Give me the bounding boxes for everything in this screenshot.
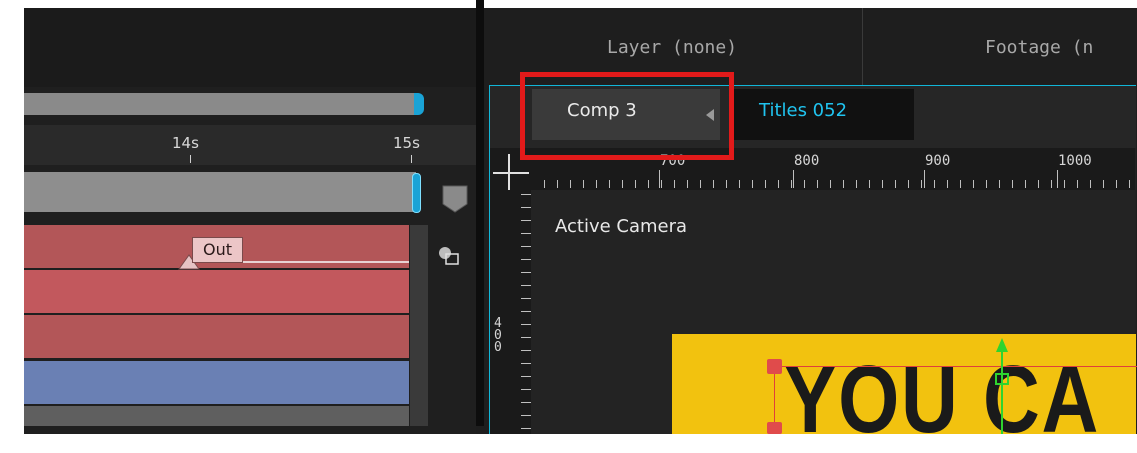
out-marker-label[interactable]: Out (192, 237, 244, 263)
ruler-label-800: 800 (794, 153, 820, 169)
work-area-end-handle[interactable] (414, 93, 424, 115)
ruler-tick-700 (659, 170, 660, 188)
comp-marker-bin-icon[interactable] (441, 184, 469, 214)
anchor-point-gizmo-icon[interactable] (994, 338, 1010, 434)
camera-shapes-icon[interactable] (436, 244, 460, 268)
ruler-left-minor-ticks (521, 194, 531, 434)
layer-bar-end-column (410, 225, 428, 426)
panel-divider[interactable] (476, 0, 484, 426)
transform-handle-top-left[interactable] (767, 359, 782, 374)
ruler-origin-crosshair-h (493, 172, 529, 174)
selection-bounding-top (774, 366, 1137, 367)
timeline-header (24, 8, 476, 87)
time-navigator-handle[interactable] (412, 173, 421, 213)
tab-footage[interactable]: Footage (n (985, 8, 1093, 85)
transform-handle-left-middle[interactable] (767, 422, 782, 434)
ruler-top-minor-ticks (531, 180, 1135, 188)
layer-bar-4[interactable] (24, 361, 409, 404)
tick-label-15s: 15s (393, 134, 420, 152)
tab-divider (862, 8, 863, 85)
tick-mark-14s (190, 155, 191, 163)
ruler-tick-1000 (1057, 170, 1058, 188)
work-area-bar[interactable] (24, 93, 416, 115)
active-camera-label: Active Camera (555, 216, 688, 237)
layer-bar-3[interactable] (24, 315, 409, 358)
layer-bar-2[interactable] (24, 270, 409, 313)
time-navigator-bar[interactable] (24, 172, 416, 212)
tick-mark-15s (411, 155, 412, 163)
ruler-label-1000: 1000 (1058, 153, 1092, 169)
tick-label-14s: 14s (172, 134, 199, 152)
ruler-label-900: 900 (925, 153, 951, 169)
highlight-annotation-box (520, 72, 734, 160)
titles-052-label: Titles 052 (759, 100, 848, 121)
layer-bar-5[interactable] (24, 406, 409, 426)
ruler-label-400: 400 (494, 316, 502, 355)
ruler-tick-800 (793, 170, 794, 188)
ruler-tick-900 (924, 170, 925, 188)
